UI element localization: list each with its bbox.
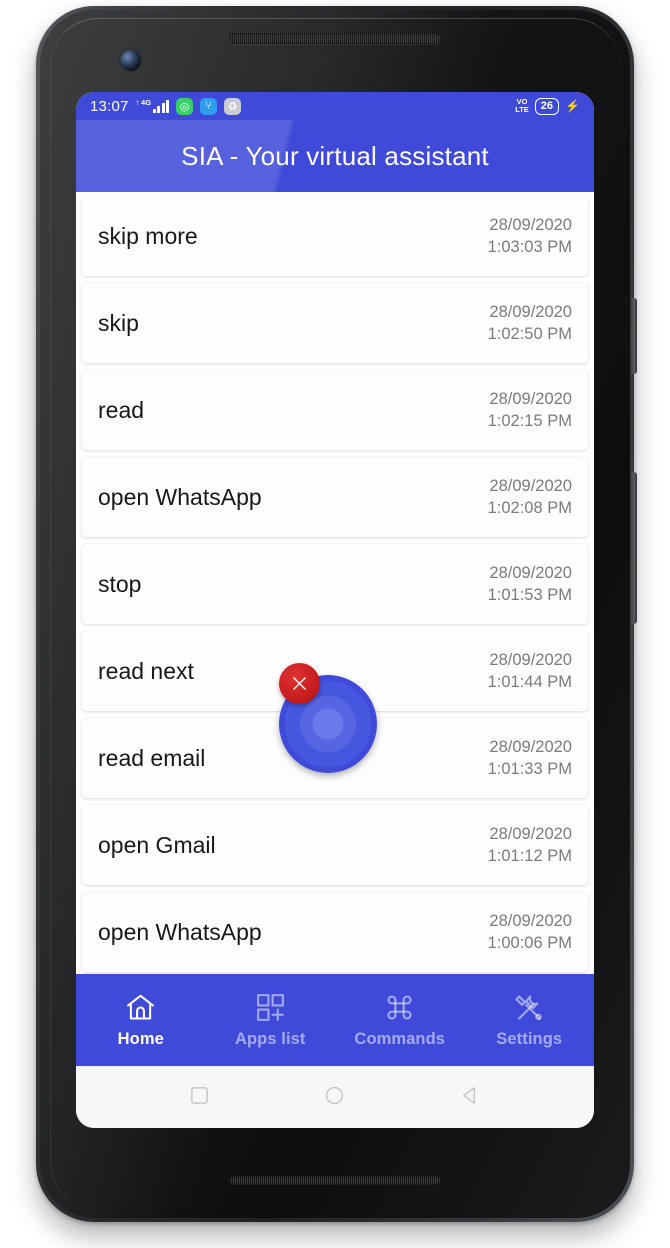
nav-label-commands: Commands — [354, 1030, 446, 1048]
close-bubble-button[interactable] — [279, 663, 320, 704]
home-icon — [124, 991, 157, 1024]
app-header: SIA - Your virtual assistant — [76, 120, 594, 192]
nav-label-settings: Settings — [496, 1030, 563, 1048]
timestamp: 28/09/2020 1:02:15 PM — [488, 388, 572, 432]
timestamp: 28/09/2020 1:00:06 PM — [488, 910, 572, 954]
nav-label-home: Home — [117, 1030, 164, 1048]
volume-rocker[interactable] — [631, 472, 637, 624]
list-item[interactable]: read 28/09/2020 1:02:15 PM — [82, 370, 588, 450]
command-label: stop — [98, 570, 142, 597]
date-label: 28/09/2020 — [489, 738, 572, 756]
time-label: 1:01:12 PM — [487, 847, 572, 865]
command-label: open WhatsApp — [98, 483, 262, 510]
nav-label-apps-list: Apps list — [234, 1030, 306, 1048]
time-label: 1:01:53 PM — [487, 586, 572, 604]
list-item[interactable]: open Gmail 28/09/2020 1:01:12 PM — [82, 805, 588, 885]
whatsapp-icon: ◎ — [176, 97, 194, 115]
status-bar-left: 13:07 ↑ 4G ◎ ⑂ ♻ — [90, 97, 242, 115]
charging-bolt-icon: ⚡ — [565, 99, 580, 113]
timestamp: 28/09/2020 1:02:08 PM — [488, 475, 572, 519]
time-label: 1:00:06 PM — [487, 934, 572, 952]
usb-icon: ⑂ — [200, 97, 218, 115]
volte-icon: VO LTE — [515, 97, 529, 115]
command-label: open WhatsApp — [98, 918, 262, 945]
timestamp: 28/09/2020 1:03:03 PM — [488, 214, 572, 258]
time-label: 1:02:50 PM — [487, 325, 572, 343]
recents-square-icon[interactable] — [188, 1084, 211, 1112]
volte-line-2: LTE — [515, 105, 529, 114]
command-label: read next — [98, 657, 194, 684]
timestamp: 28/09/2020 1:02:50 PM — [488, 301, 572, 345]
date-label: 28/09/2020 — [489, 216, 572, 234]
timestamp: 28/09/2020 1:01:12 PM — [488, 823, 572, 867]
command-history-list[interactable]: skip more 28/09/2020 1:03:03 PM skip 28/… — [76, 192, 594, 1036]
date-label: 28/09/2020 — [489, 303, 572, 321]
date-label: 28/09/2020 — [489, 564, 572, 582]
android-system-nav — [76, 1066, 594, 1128]
time-label: 1:02:08 PM — [487, 499, 572, 517]
tools-icon — [513, 991, 546, 1024]
command-label: skip more — [98, 222, 198, 249]
command-label: skip — [98, 309, 139, 336]
time-label: 1:02:15 PM — [487, 412, 572, 430]
front-camera-icon — [120, 50, 141, 71]
timestamp: 28/09/2020 1:01:33 PM — [488, 736, 572, 780]
time-label: 1:03:03 PM — [487, 238, 572, 256]
command-label: read — [98, 396, 145, 423]
battery-level-badge: 26 — [534, 97, 560, 115]
date-label: 28/09/2020 — [489, 651, 572, 669]
power-button[interactable] — [631, 298, 637, 374]
back-triangle-icon[interactable] — [459, 1084, 482, 1112]
timestamp: 28/09/2020 1:01:44 PM — [488, 649, 572, 693]
date-label: 28/09/2020 — [489, 825, 572, 843]
signal-bars-icon — [152, 100, 170, 114]
status-bar-right: VO LTE 26 ⚡ — [515, 97, 580, 115]
page-title: SIA - Your virtual assistant — [181, 140, 489, 171]
list-item[interactable]: skip more 28/09/2020 1:03:03 PM — [82, 196, 588, 276]
apps-add-icon — [254, 991, 287, 1024]
phone-screen: 13:07 ↑ 4G ◎ ⑂ ♻ VO LTE 26 ⚡ SIA - Your … — [76, 92, 594, 1128]
command-icon — [383, 991, 416, 1024]
nav-item-home[interactable]: Home — [76, 974, 206, 1066]
bottom-navigation-bar: Home Apps list Commands Settings — [76, 974, 594, 1066]
list-item[interactable]: stop 28/09/2020 1:01:53 PM — [82, 544, 588, 624]
home-circle-icon[interactable] — [323, 1084, 346, 1112]
timestamp: 28/09/2020 1:01:53 PM — [488, 562, 572, 606]
uplink-arrow-icon: ↑ — [135, 98, 140, 108]
earpiece-speaker-icon — [229, 33, 441, 44]
list-item[interactable]: open WhatsApp 28/09/2020 1:02:08 PM — [82, 457, 588, 537]
time-label: 1:01:44 PM — [487, 673, 572, 691]
nav-item-settings[interactable]: Settings — [465, 974, 595, 1066]
status-bar: 13:07 ↑ 4G ◎ ⑂ ♻ VO LTE 26 ⚡ — [76, 92, 594, 120]
date-label: 28/09/2020 — [489, 912, 572, 930]
sync-icon: ♻ — [224, 97, 242, 115]
date-label: 28/09/2020 — [489, 477, 572, 495]
time-label: 1:01:33 PM — [487, 760, 572, 778]
floating-assistant-bubble[interactable] — [279, 663, 389, 773]
status-clock: 13:07 — [90, 97, 129, 115]
list-item[interactable]: skip 28/09/2020 1:02:50 PM — [82, 283, 588, 363]
close-icon — [293, 677, 306, 690]
nav-item-commands[interactable]: Commands — [335, 974, 465, 1066]
cellular-signal-icon: ↑ 4G — [136, 99, 170, 114]
phone-mockup: 13:07 ↑ 4G ◎ ⑂ ♻ VO LTE 26 ⚡ SIA - Your … — [36, 6, 637, 1222]
command-label: read email — [98, 744, 206, 771]
nav-item-apps-list[interactable]: Apps list — [206, 974, 336, 1066]
date-label: 28/09/2020 — [489, 390, 572, 408]
bottom-speaker-icon — [229, 1176, 441, 1185]
network-type-label: 4G — [141, 97, 152, 107]
list-item[interactable]: open WhatsApp 28/09/2020 1:00:06 PM — [82, 892, 588, 972]
command-label: open Gmail — [98, 831, 216, 858]
